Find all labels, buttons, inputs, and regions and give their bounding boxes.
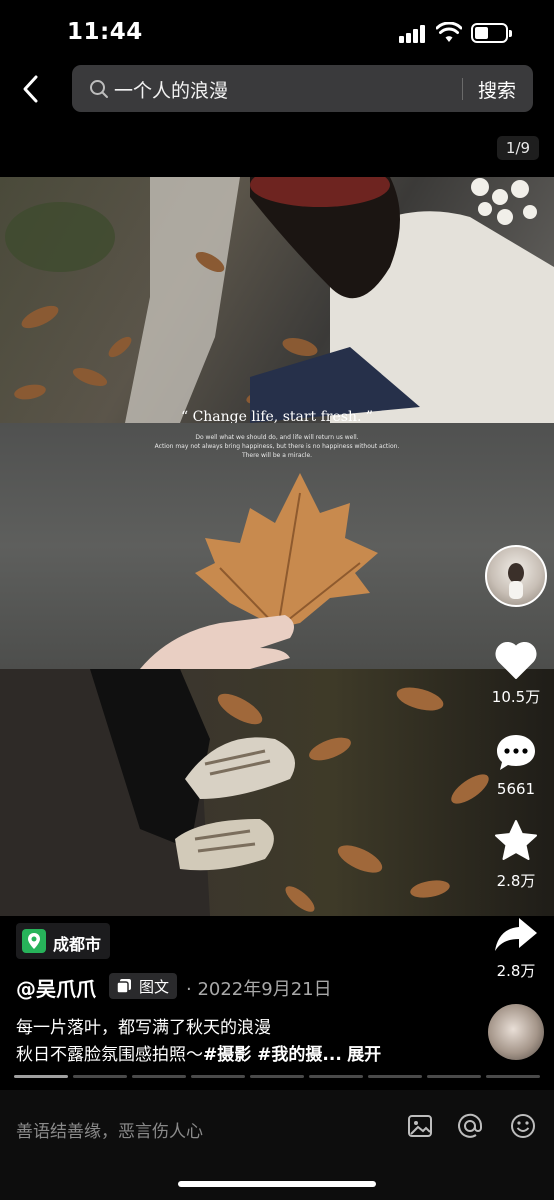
star-icon — [495, 820, 537, 860]
heart-icon — [495, 642, 537, 679]
search-input[interactable]: 一个人的浪漫 — [114, 76, 228, 103]
progress-segment — [73, 1075, 127, 1078]
share-button[interactable]: 2.8万 — [485, 914, 547, 981]
progress-segment — [427, 1075, 481, 1078]
post-description-text: 秋日不露脸氛围感拍照～ — [16, 1045, 203, 1065]
post-hashtags[interactable]: #摄影 #我的摄... — [203, 1045, 342, 1065]
emoji-icon[interactable] — [509, 1112, 537, 1140]
photo-panel-girl-with-flowers: “ Change life, start fresh. ” — [0, 177, 554, 423]
comment-count: 5661 — [496, 780, 536, 798]
post-description-line2: 秋日不露脸氛围感拍照～#摄影 #我的摄... 展开 — [16, 1040, 381, 1065]
photo-panel-leaf-in-hand: Do well what we should do, and life will… — [0, 423, 554, 669]
like-count: 10.5万 — [491, 688, 541, 706]
location-label: 成都市 — [53, 935, 102, 954]
mention-icon[interactable] — [456, 1112, 484, 1140]
expand-button[interactable]: 展开 — [347, 1045, 381, 1065]
share-count: 2.8万 — [496, 962, 536, 980]
favorite-count: 2.8万 — [496, 872, 536, 890]
back-arrow-icon[interactable] — [16, 72, 46, 106]
search-divider — [462, 78, 463, 100]
comment-bubble-icon — [497, 735, 535, 770]
author-avatar[interactable] — [485, 545, 547, 607]
photo-quote: “ Change life, start fresh. ” — [180, 409, 374, 423]
photo-subquote-3: There will be a miracle. — [241, 452, 313, 459]
page-progress-bar — [14, 1075, 540, 1079]
search-bar[interactable]: 一个人的浪漫 搜索 — [72, 65, 533, 112]
photo-subquote-2: Action may not always bring happiness, b… — [154, 443, 400, 450]
search-icon — [90, 80, 108, 98]
image-picker-icon[interactable] — [406, 1112, 434, 1140]
photo-panel-sneakers-in-leaves — [0, 669, 554, 916]
post-type-tag: 图文 — [109, 973, 177, 999]
progress-segment — [250, 1075, 304, 1078]
progress-segment — [14, 1075, 68, 1078]
status-bar: 11:44 — [0, 0, 554, 64]
status-time: 11:44 — [67, 19, 143, 45]
progress-segment — [132, 1075, 186, 1078]
battery-icon — [471, 23, 512, 43]
post-image[interactable]: “ Change life, start fresh. ” Do well wh… — [0, 177, 554, 916]
progress-segment — [191, 1075, 245, 1078]
comment-input[interactable]: 善语结善缘，恶言伤人心 — [16, 1117, 203, 1142]
progress-segment — [309, 1075, 363, 1078]
user-avatar[interactable] — [488, 1004, 544, 1060]
search-button[interactable]: 搜索 — [478, 76, 516, 103]
home-indicator — [178, 1181, 376, 1187]
location-tag[interactable]: 成都市 — [16, 923, 110, 959]
page-indicator: 1/9 — [497, 136, 539, 160]
location-pin-icon — [22, 929, 46, 953]
favorite-button[interactable]: 2.8万 — [485, 818, 547, 891]
progress-segment — [486, 1075, 540, 1078]
progress-segment — [368, 1075, 422, 1078]
comment-button[interactable]: 5661 — [485, 732, 547, 798]
image-text-icon — [117, 979, 131, 993]
signal-icon — [399, 25, 427, 43]
post-date: · 2022年9月21日 — [186, 979, 332, 1000]
wifi-icon — [436, 22, 462, 42]
photo-subquote-1: Do well what we should do, and life will… — [195, 434, 359, 441]
author-name[interactable]: @吴爪爪 — [16, 973, 96, 1002]
post-description-line1: 每一片落叶，都写满了秋天的浪漫 — [16, 1018, 271, 1038]
like-button[interactable]: 10.5万 — [485, 640, 547, 707]
comment-bar: 善语结善缘，恶言伤人心 — [0, 1090, 554, 1200]
share-arrow-icon — [495, 918, 537, 951]
post-type-label: 图文 — [139, 978, 170, 996]
